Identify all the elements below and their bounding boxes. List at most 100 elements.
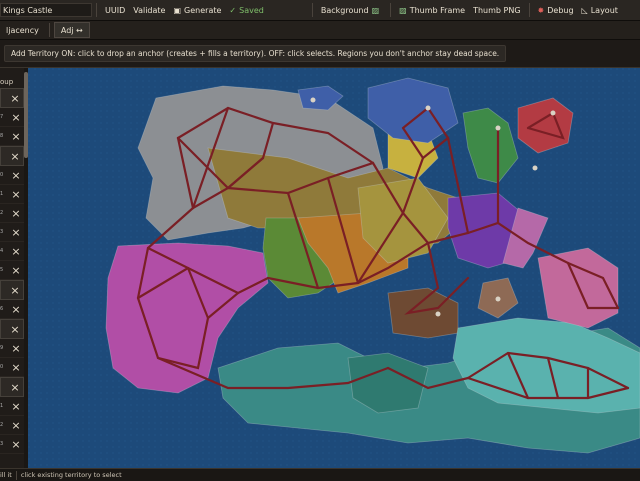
sidebar-row-index: 2 bbox=[0, 210, 4, 216]
remove-icon[interactable]: × bbox=[8, 169, 24, 182]
sidebar-row[interactable]: 2 × bbox=[0, 416, 24, 435]
remove-icon[interactable]: × bbox=[7, 284, 23, 297]
sidebar-row[interactable]: 1 × bbox=[0, 397, 24, 416]
sidebar-row-index: 6 bbox=[0, 306, 4, 312]
image-icon: ▨ bbox=[371, 5, 380, 15]
sidebar-row-index: 2 bbox=[0, 422, 4, 428]
thumb-frame-button[interactable]: ▨ Thumb Frame bbox=[395, 3, 469, 17]
sidebar-row[interactable]: 4 × bbox=[0, 242, 24, 261]
tab-adjacency[interactable]: ljacency bbox=[0, 23, 45, 37]
sidebar-row[interactable]: × bbox=[0, 377, 24, 397]
sidebar-row[interactable]: 2 × bbox=[0, 204, 24, 223]
remove-icon[interactable]: × bbox=[8, 438, 24, 451]
saved-label: Saved bbox=[239, 5, 264, 15]
toolbar-divider bbox=[390, 3, 392, 17]
sidebar-row[interactable]: 6 × bbox=[0, 300, 24, 319]
remove-icon[interactable]: × bbox=[8, 342, 24, 355]
sidebar-row-index: 9 bbox=[0, 345, 4, 351]
sidebar-row[interactable]: 8 × bbox=[0, 127, 24, 146]
cube-icon: ▣ bbox=[173, 5, 182, 15]
remove-icon[interactable]: × bbox=[8, 130, 24, 143]
remove-icon[interactable]: × bbox=[8, 226, 24, 239]
sidebar-row-index: 4 bbox=[0, 248, 4, 254]
sidebar-row-index: 0 bbox=[0, 364, 4, 370]
sidebar-row[interactable]: 1 × bbox=[0, 185, 24, 204]
sidebar-header: oup bbox=[0, 78, 14, 86]
background-label: Background bbox=[320, 5, 369, 15]
group-sidebar: oup × 7 × 8 × × 0 × 1 × 2 × 3 × 4 × 5 × × 6 × × 9 × 0 × × 1 × 2 × 3 × bbox=[0, 68, 25, 468]
status-left-text: ill it bbox=[0, 471, 12, 479]
remove-icon[interactable]: × bbox=[8, 419, 24, 432]
status-bar: ill it click existing territory to selec… bbox=[0, 468, 640, 481]
sidebar-row-index: 3 bbox=[0, 441, 4, 447]
tab-adjacency-label: ljacency bbox=[6, 25, 39, 35]
remove-icon[interactable]: × bbox=[7, 323, 23, 336]
ruler-icon: ◺ bbox=[581, 5, 588, 15]
uuid-button[interactable]: UUID bbox=[101, 3, 129, 17]
thumb-png-button[interactable]: Thumb PNG bbox=[469, 3, 524, 17]
image-icon: ▨ bbox=[399, 5, 407, 15]
map-title-value: Kings Castle bbox=[3, 5, 53, 15]
anchor-dot[interactable] bbox=[425, 105, 431, 111]
top-toolbar: Kings Castle UUID Validate ▣ Generate ✓ Sa… bbox=[0, 0, 640, 21]
map-canvas[interactable] bbox=[28, 68, 640, 468]
remove-icon[interactable]: × bbox=[8, 361, 24, 374]
sidebar-row[interactable]: × bbox=[0, 146, 24, 166]
anchor-dot[interactable] bbox=[532, 165, 538, 171]
anchor-dot[interactable] bbox=[550, 110, 556, 116]
background-button[interactable]: Background ▨ bbox=[317, 3, 386, 17]
hint-bar: Add Territory ON: click to drop an ancho… bbox=[0, 40, 640, 68]
remove-icon[interactable]: × bbox=[7, 150, 23, 163]
anchor-dot[interactable] bbox=[310, 97, 316, 103]
bug-icon: ✸ bbox=[537, 5, 545, 15]
remove-icon[interactable]: × bbox=[8, 111, 24, 124]
remove-icon[interactable]: × bbox=[8, 264, 24, 277]
remove-icon[interactable]: × bbox=[7, 92, 23, 105]
anchor-dot[interactable] bbox=[495, 125, 501, 131]
toolbar-divider bbox=[311, 3, 313, 17]
sidebar-row[interactable]: 9 × bbox=[0, 339, 24, 358]
anchor-dot[interactable] bbox=[435, 311, 441, 317]
generate-button[interactable]: ▣ Generate bbox=[169, 3, 225, 17]
add-territory-hint: Add Territory ON: click to drop an ancho… bbox=[4, 45, 507, 62]
tab-divider bbox=[48, 23, 50, 37]
validate-button[interactable]: Validate bbox=[129, 3, 169, 17]
layout-button[interactable]: ◺ Layout bbox=[578, 3, 622, 17]
sidebar-row[interactable]: 3 × bbox=[0, 435, 24, 454]
debug-label: Debug bbox=[547, 5, 574, 15]
sidebar-row[interactable]: 5 × bbox=[0, 261, 24, 280]
sidebar-row[interactable]: 3 × bbox=[0, 223, 24, 242]
sidebar-row[interactable]: 0 × bbox=[0, 166, 24, 185]
saved-status: ✓ Saved bbox=[225, 3, 267, 17]
sidebar-row-index: 0 bbox=[0, 172, 4, 178]
remove-icon[interactable]: × bbox=[8, 207, 24, 220]
map-title-input[interactable]: Kings Castle bbox=[0, 3, 92, 17]
status-hint-text: click existing territory to select bbox=[20, 471, 122, 479]
tab-adj[interactable]: Adj ↔ bbox=[53, 22, 90, 38]
debug-button[interactable]: ✸ Debug bbox=[534, 3, 578, 17]
remove-icon[interactable]: × bbox=[7, 381, 23, 394]
sidebar-row-index: 5 bbox=[0, 267, 4, 273]
sidebar-row[interactable]: 7 × bbox=[0, 108, 24, 127]
remove-icon[interactable]: × bbox=[8, 303, 24, 316]
status-divider bbox=[15, 470, 17, 480]
uuid-label: UUID bbox=[105, 5, 126, 15]
validate-label: Validate bbox=[133, 5, 166, 15]
sidebar-row[interactable]: 0 × bbox=[0, 358, 24, 377]
sidebar-row[interactable]: × bbox=[0, 319, 24, 339]
sidebar-list: × 7 × 8 × × 0 × 1 × 2 × 3 × 4 × 5 × × 6 × × 9 × 0 × × 1 × 2 × 3 × bbox=[0, 88, 24, 454]
sidebar-row-index: 1 bbox=[0, 403, 4, 409]
map-svg[interactable] bbox=[28, 68, 640, 468]
generate-label: Generate bbox=[184, 5, 222, 15]
sidebar-row[interactable]: × bbox=[0, 280, 24, 300]
sidebar-row-index: 7 bbox=[0, 114, 4, 120]
tab-bar: ljacency Adj ↔ bbox=[0, 21, 640, 40]
check-icon: ✓ bbox=[229, 5, 237, 15]
sidebar-row[interactable]: × bbox=[0, 88, 24, 108]
sidebar-row-index: 1 bbox=[0, 191, 4, 197]
anchor-dot[interactable] bbox=[495, 296, 501, 302]
remove-icon[interactable]: × bbox=[8, 188, 24, 201]
remove-icon[interactable]: × bbox=[8, 400, 24, 413]
toolbar-divider bbox=[528, 3, 530, 17]
remove-icon[interactable]: × bbox=[8, 245, 24, 258]
